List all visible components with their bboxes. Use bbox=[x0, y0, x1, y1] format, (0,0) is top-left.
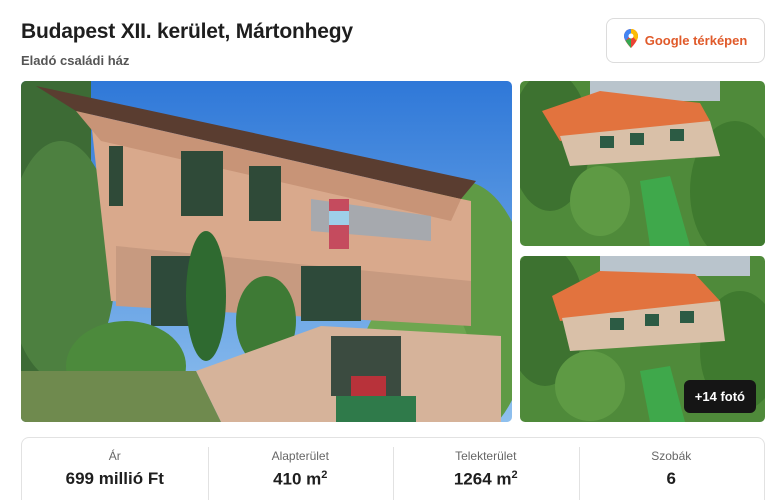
stat-label: Alapterület bbox=[271, 449, 329, 463]
listing-header: Budapest XII. kerület, Mártonhegy Eladó … bbox=[21, 20, 353, 68]
aerial-photo-1[interactable] bbox=[520, 81, 765, 246]
stat-value: 1264 m2 bbox=[453, 469, 518, 489]
stat-price: Ár 699 millió Ft bbox=[22, 438, 208, 500]
stats-bar: Ár 699 millió Ft Alapterület 410 m2 Tele… bbox=[21, 437, 765, 500]
listing-title: Budapest XII. kerület, Mártonhegy bbox=[21, 20, 353, 43]
stat-value: 410 m2 bbox=[273, 469, 328, 489]
stat-plot-area: Telekterület 1264 m2 bbox=[393, 438, 579, 500]
aerial-photo-2[interactable]: +14 fotó bbox=[520, 256, 765, 422]
main-house-photo[interactable] bbox=[21, 81, 512, 422]
stat-value: 6 bbox=[666, 469, 676, 488]
stat-label: Szobák bbox=[651, 449, 692, 463]
stat-value: 699 millió Ft bbox=[65, 469, 164, 488]
stat-label: Telekterület bbox=[455, 449, 517, 463]
google-maps-button[interactable]: Google térképen bbox=[606, 18, 765, 63]
stat-label: Ár bbox=[108, 449, 121, 463]
map-pin-icon bbox=[623, 28, 638, 53]
listing-subtitle: Eladó családi ház bbox=[21, 53, 130, 68]
stat-rooms: Szobák 6 bbox=[578, 438, 765, 500]
stat-floor-area: Alapterület 410 m2 bbox=[207, 438, 394, 500]
more-photos-badge[interactable]: +14 fotó bbox=[683, 380, 756, 413]
google-maps-label: Google térképen bbox=[644, 33, 748, 48]
